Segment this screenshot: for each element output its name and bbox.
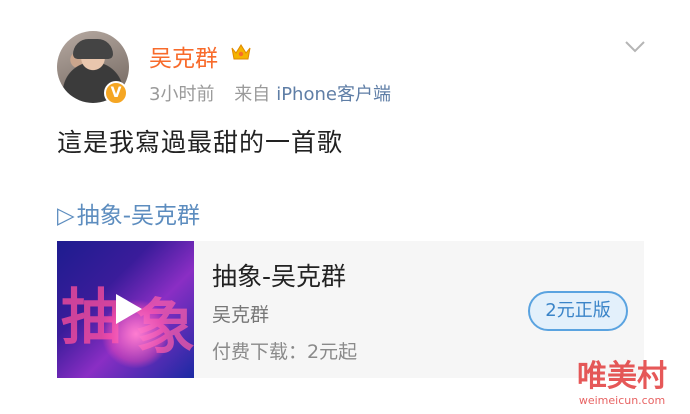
card-artist: 吴克群	[212, 304, 270, 326]
card-title: 抽象-吴克群	[212, 262, 347, 291]
music-card[interactable]: 抽 象 抽象-吴克群 吴克群 付费下载：2元起 2元正版	[57, 241, 644, 378]
post-text: 這是我寫過最甜的一首歌	[57, 128, 344, 157]
watermark-name: 唯美村	[577, 359, 667, 394]
watermark-url: weimeicun.com	[578, 394, 666, 407]
post-time: 3小时前	[149, 84, 215, 105]
card-price: 付费下载：2元起	[212, 341, 358, 363]
post-meta: 3小时前 来自 iPhone客户端	[149, 80, 391, 106]
play-icon[interactable]	[108, 290, 146, 328]
verified-badge: V	[104, 81, 128, 105]
album-cover[interactable]: 抽 象	[57, 241, 194, 378]
watermark: 唯美村 weimeicun.com	[566, 360, 678, 410]
song-link[interactable]: ▷抽象-吴克群	[57, 196, 200, 230]
avatar-cap	[73, 39, 113, 59]
chevron-down-icon[interactable]	[624, 40, 646, 54]
buy-button[interactable]: 2元正版	[528, 291, 628, 331]
post-source[interactable]: iPhone客户端	[276, 84, 391, 105]
source-prefix: 来自	[234, 84, 271, 105]
username[interactable]: 吴克群	[149, 39, 218, 73]
crown-icon	[231, 44, 251, 60]
play-outline-icon: ▷	[57, 203, 75, 229]
song-link-label: 抽象-吴克群	[76, 203, 201, 229]
